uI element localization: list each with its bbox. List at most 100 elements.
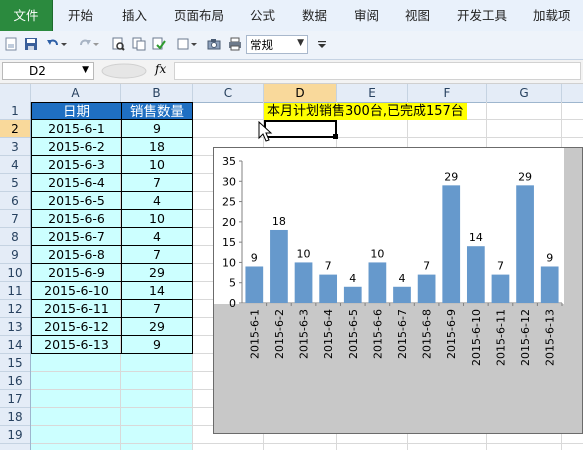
camera-icon[interactable] <box>207 37 221 51</box>
name-box-value: D2 <box>29 64 46 78</box>
table-cell-date[interactable]: 2015-6-13 <box>31 336 122 354</box>
tab-file[interactable]: 文件 <box>0 0 53 31</box>
selected-cell-d2[interactable] <box>264 120 337 138</box>
x-tick-label: 2015-6-7 <box>396 309 409 359</box>
table-cell-date[interactable]: 2015-6-10 <box>31 282 122 300</box>
tab-home[interactable]: 开始 <box>68 0 93 31</box>
column-header-c[interactable]: C <box>193 84 264 102</box>
insert-function-button[interactable]: fx <box>155 62 166 76</box>
new-icon[interactable] <box>4 37 18 51</box>
row-header-12[interactable]: 12 <box>0 300 30 318</box>
table-cell-qty[interactable]: 10 <box>121 156 193 174</box>
y-tick-label: 20 <box>222 216 236 229</box>
table-cell-date[interactable]: 2015-6-9 <box>31 264 122 282</box>
table-cell-date[interactable]: 2015-6-12 <box>31 318 122 336</box>
number-format-select[interactable]: 常规 ▼ <box>246 35 308 54</box>
row-header-1[interactable]: 1 <box>0 102 30 120</box>
table-cell-qty[interactable]: 9 <box>121 336 193 354</box>
row-header-10[interactable]: 10 <box>0 264 30 282</box>
table-cell-date[interactable]: 2015-6-2 <box>31 138 122 156</box>
chart-canvas: 0 5 10 15 20 25 30 35 9 2015-6-1 18 2015-6-2 10 2015-… <box>214 148 564 366</box>
tab-insert[interactable]: 插入 <box>122 0 147 31</box>
table-cell-qty[interactable]: 29 <box>121 264 193 282</box>
spellcheck-icon[interactable] <box>152 37 166 51</box>
column-header-e[interactable]: E <box>337 84 408 102</box>
formula-input[interactable] <box>174 62 581 80</box>
column-header-b[interactable]: B <box>121 84 193 102</box>
column-header-a[interactable]: A <box>31 84 121 102</box>
row-header-9[interactable]: 9 <box>0 246 30 264</box>
fill-handle[interactable] <box>333 134 338 139</box>
column-header-d[interactable]: D <box>264 84 337 102</box>
row-header-6[interactable]: 6 <box>0 192 30 210</box>
table-cell-qty[interactable]: 10 <box>121 210 193 228</box>
bar <box>368 262 387 303</box>
tab-addins[interactable]: 加载项 <box>533 0 571 31</box>
table-cell-date[interactable]: 2015-6-7 <box>31 228 122 246</box>
column-header-f[interactable]: F <box>408 84 487 102</box>
row-header-11[interactable]: 11 <box>0 282 30 300</box>
row-headers: 1 2 3 4 5 6 7 8 9 10 11 12 13 14 15 16 17 18 19 <box>0 102 31 450</box>
tab-developer[interactable]: 开发工具 <box>457 0 507 31</box>
table-cell-date[interactable]: 2015-6-8 <box>31 246 122 264</box>
column-header-h[interactable] <box>562 84 583 102</box>
row-header-16[interactable]: 16 <box>0 372 30 390</box>
table-cell-qty[interactable]: 4 <box>121 228 193 246</box>
table-cell-qty[interactable]: 4 <box>121 192 193 210</box>
table-cell-date[interactable]: 2015-6-5 <box>31 192 122 210</box>
undo-dropdown-icon[interactable] <box>60 37 68 51</box>
tab-data[interactable]: 数据 <box>302 0 327 31</box>
table-cell-qty[interactable]: 29 <box>121 318 193 336</box>
y-tick-label: 25 <box>222 196 236 209</box>
row-header-4[interactable]: 4 <box>0 156 30 174</box>
row-header-3[interactable]: 3 <box>0 138 30 156</box>
data-label: 14 <box>469 231 483 244</box>
row-header-18[interactable]: 18 <box>0 408 30 426</box>
save-icon[interactable] <box>24 37 38 51</box>
row-header-8[interactable]: 8 <box>0 228 30 246</box>
data-label: 9 <box>546 251 553 264</box>
redo-icon[interactable] <box>78 37 92 51</box>
redo-dropdown-icon[interactable] <box>92 37 100 51</box>
table-cell-qty[interactable]: 18 <box>121 138 193 156</box>
table-cell-date[interactable]: 2015-6-3 <box>31 156 122 174</box>
row-header-7[interactable]: 7 <box>0 210 30 228</box>
name-box[interactable]: D2 ▼ <box>2 62 94 80</box>
undo-icon[interactable] <box>46 37 60 51</box>
tab-formulas[interactable]: 公式 <box>250 0 275 31</box>
table-cell-qty[interactable]: 9 <box>121 120 193 138</box>
tab-review[interactable]: 审阅 <box>354 0 379 31</box>
copy-icon[interactable] <box>132 37 146 51</box>
data-label: 29 <box>444 170 458 183</box>
row-header-5[interactable]: 5 <box>0 174 30 192</box>
row-header-2[interactable]: 2 <box>0 120 30 138</box>
table-cell-date[interactable]: 2015-6-11 <box>31 300 122 318</box>
table-cell-qty[interactable]: 14 <box>121 282 193 300</box>
row-header-13[interactable]: 13 <box>0 318 30 336</box>
print-icon[interactable] <box>228 37 242 51</box>
tab-view[interactable]: 视图 <box>405 0 430 31</box>
row-header-19[interactable]: 19 <box>0 426 30 444</box>
header-cell-qty[interactable]: 销售数量 <box>121 102 193 120</box>
checkbox-icon[interactable] <box>176 37 190 51</box>
cell-d1-note[interactable]: 本月计划销售300台,已完成157台 <box>264 103 467 120</box>
checkbox-dropdown-icon[interactable] <box>190 37 198 51</box>
column-header-g[interactable]: G <box>487 84 562 102</box>
table-cell-qty[interactable]: 7 <box>121 174 193 192</box>
bar <box>343 286 362 303</box>
table-cell-date[interactable]: 2015-6-1 <box>31 120 122 138</box>
customize-toolbar-icon[interactable] <box>317 37 327 51</box>
sales-bar-chart[interactable]: 0 5 10 15 20 25 30 35 9 2015-6-1 18 2015-6-2 10 2015-… <box>213 147 583 434</box>
row-header-17[interactable]: 17 <box>0 390 30 408</box>
table-cell-date[interactable]: 2015-6-6 <box>31 210 122 228</box>
tab-page-layout[interactable]: 页面布局 <box>174 0 224 31</box>
data-label: 7 <box>497 260 504 273</box>
table-cell-qty[interactable]: 7 <box>121 300 193 318</box>
header-cell-date[interactable]: 日期 <box>31 102 122 120</box>
row-header-14[interactable]: 14 <box>0 336 30 354</box>
table-cell-qty[interactable]: 7 <box>121 246 193 264</box>
table-cell-date[interactable]: 2015-6-4 <box>31 174 122 192</box>
select-all-corner[interactable] <box>0 84 31 102</box>
row-header-15[interactable]: 15 <box>0 354 30 372</box>
print-preview-icon[interactable] <box>111 37 125 51</box>
